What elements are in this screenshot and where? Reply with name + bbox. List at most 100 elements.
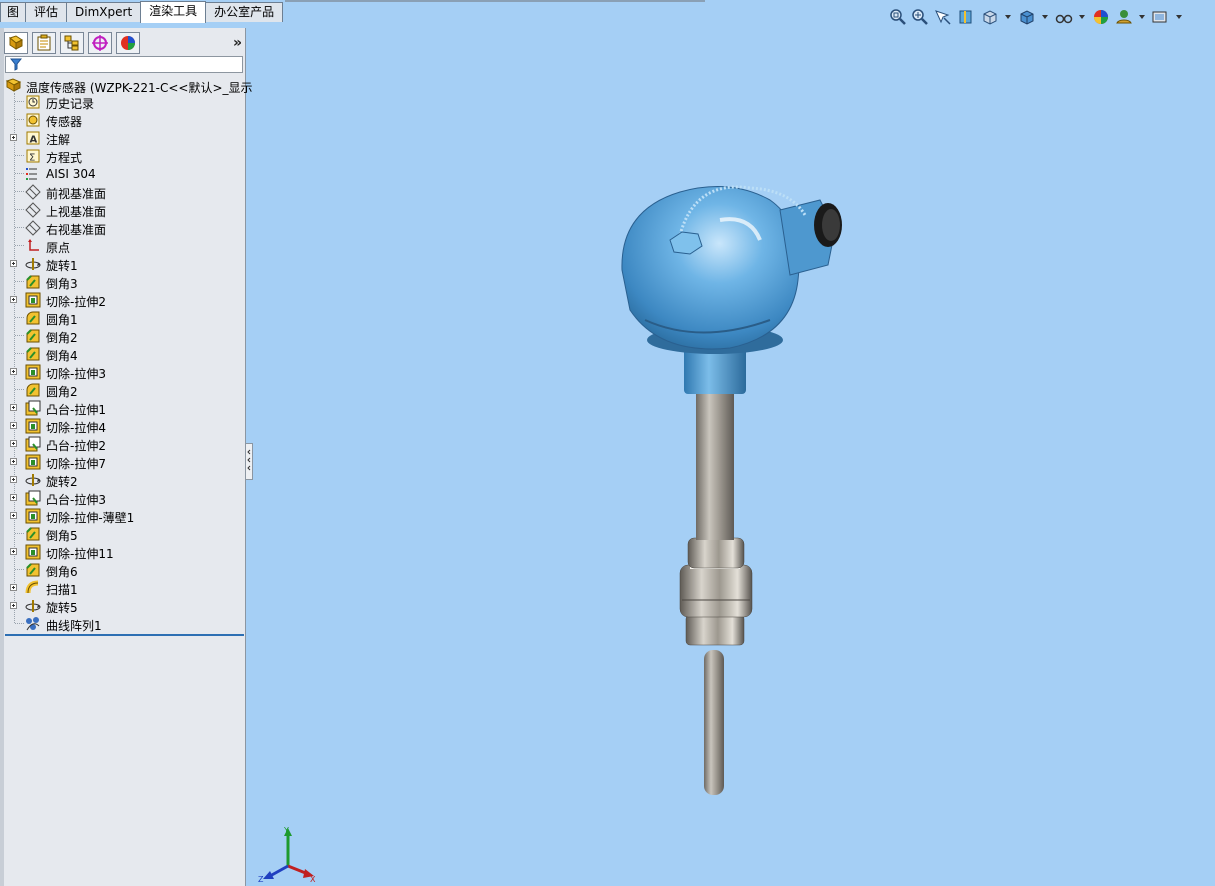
expand-toggle[interactable]	[10, 296, 17, 303]
tree-item[interactable]: 曲线阵列1	[0, 615, 245, 633]
tab-render-tools[interactable]: 渲染工具	[140, 1, 207, 23]
tree-item[interactable]: 圆角2	[0, 381, 245, 399]
tree-item[interactable]: Σ 方程式	[0, 147, 245, 165]
expand-toggle[interactable]	[10, 584, 17, 591]
tree-item[interactable]: 右视基准面	[0, 219, 245, 237]
tree-item[interactable]: 切除-拉伸11	[0, 543, 245, 561]
tree-item[interactable]: 倒角5	[0, 525, 245, 543]
tree-item[interactable]: 旋转1	[0, 255, 245, 273]
expand-toggle[interactable]	[10, 260, 17, 267]
expand-toggle[interactable]	[10, 440, 17, 447]
expand-toggle[interactable]	[10, 422, 17, 429]
expand-toggle[interactable]	[10, 548, 17, 555]
tree-item[interactable]: 倒角2	[0, 327, 245, 345]
dimxpert-manager-icon[interactable]	[88, 32, 112, 54]
tree-item[interactable]: 旋转5	[0, 597, 245, 615]
expand-toggle[interactable]	[10, 512, 17, 519]
gland-nut	[687, 537, 745, 569]
tree-item-label: 曲线阵列1	[46, 619, 102, 633]
apply-scene-caret[interactable]	[1139, 15, 1145, 19]
property-manager-icon[interactable]	[32, 32, 56, 54]
tab-dimxpert[interactable]: DimXpert	[66, 2, 142, 22]
previous-view-icon[interactable]	[934, 8, 952, 26]
tree-item[interactable]: AISI 304	[0, 165, 245, 183]
tree-item-label: 倒角6	[46, 565, 78, 579]
expand-toggle[interactable]	[10, 476, 17, 483]
tree-item-label: 凸台-拉伸1	[46, 403, 106, 417]
tree-connector	[15, 389, 24, 390]
tree-item[interactable]: 倒角4	[0, 345, 245, 363]
tree-item-label: AISI 304	[46, 167, 96, 181]
tab-evaluate[interactable]: 评估	[25, 2, 68, 22]
tree-item[interactable]: 切除-拉伸2	[0, 291, 245, 309]
tree-item[interactable]: 切除-拉伸3	[0, 363, 245, 381]
tree-item-label: 原点	[46, 241, 71, 255]
plane-icon	[25, 202, 41, 218]
tree-item[interactable]: 前视基准面	[0, 183, 245, 201]
tree-item[interactable]: 传感器	[0, 111, 245, 129]
tree-item[interactable]: 倒角6	[0, 561, 245, 579]
edit-appearance-icon[interactable]	[1092, 8, 1110, 26]
hide-show-items-icon[interactable]	[1054, 8, 1073, 26]
tree-item[interactable]: 凸台-拉伸2	[0, 435, 245, 453]
feature-manager-icon[interactable]	[4, 32, 28, 54]
panel-expand-button[interactable]: »	[233, 35, 242, 51]
expand-toggle[interactable]	[10, 134, 17, 141]
annotation-icon: A	[25, 130, 41, 146]
tree-root[interactable]: 温度传感器 (WZPK-221-C<<默认>_显示	[0, 75, 253, 95]
tree-item[interactable]: 倒角3	[0, 273, 245, 291]
tree-filter-input[interactable]	[5, 56, 243, 73]
tree-item[interactable]: 原点	[0, 237, 245, 255]
triad-y-label: Y	[283, 826, 289, 835]
tree-item[interactable]: 切除-拉伸-薄壁1	[0, 507, 245, 525]
chamfer-icon	[25, 526, 41, 542]
filter-icon[interactable]	[9, 58, 23, 74]
tab-office-products[interactable]: 办公室产品	[205, 2, 284, 22]
expand-toggle[interactable]	[10, 494, 17, 501]
tree-item[interactable]: 上视基准面	[0, 201, 245, 219]
cut-extrude-icon	[25, 292, 41, 308]
tree-connector	[15, 623, 24, 624]
display-style-caret[interactable]	[1042, 15, 1048, 19]
tab-sketch-partial[interactable]: 图	[0, 2, 27, 22]
apply-scene-icon[interactable]	[1115, 8, 1133, 26]
configuration-manager-icon[interactable]	[60, 32, 84, 54]
expand-toggle[interactable]	[10, 458, 17, 465]
tree-item-label: 切除-拉伸2	[46, 295, 106, 309]
tree-item-label: 右视基准面	[46, 223, 107, 237]
tree-item[interactable]: 切除-拉伸7	[0, 453, 245, 471]
cut-extrude-icon	[25, 544, 41, 560]
expand-toggle[interactable]	[10, 602, 17, 609]
rollback-bar[interactable]	[5, 634, 244, 636]
tree-item-label: 圆角1	[46, 313, 78, 327]
view-orientation-icon[interactable]	[981, 8, 999, 26]
zoom-to-area-icon[interactable]	[911, 8, 929, 26]
tab-row: 图 评估 DimXpert 渲染工具 办公室产品	[0, 1, 284, 23]
tree-item[interactable]: 切除-拉伸4	[0, 417, 245, 435]
expand-toggle[interactable]	[10, 368, 17, 375]
tree-item[interactable]: 扫描1	[0, 579, 245, 597]
view-settings-icon[interactable]	[1151, 8, 1169, 26]
temperature-sensor-model[interactable]	[600, 170, 860, 810]
tree-item[interactable]: 凸台-拉伸3	[0, 489, 245, 507]
view-settings-caret[interactable]	[1176, 15, 1182, 19]
display-manager-icon[interactable]	[116, 32, 140, 54]
hide-show-caret[interactable]	[1079, 15, 1085, 19]
tree-item[interactable]: 凸台-拉伸1	[0, 399, 245, 417]
tree-item[interactable]: 历史记录	[0, 93, 245, 111]
tree-item-label: 切除-拉伸4	[46, 421, 106, 435]
tree-item-label: 圆角2	[46, 385, 78, 399]
section-view-icon[interactable]	[957, 8, 975, 26]
curve-pattern-icon	[25, 616, 41, 632]
boss-extrude-icon	[25, 400, 41, 416]
triad-x-label: X	[310, 875, 316, 882]
display-style-icon[interactable]	[1018, 8, 1036, 26]
tree-item[interactable]: 圆角1	[0, 309, 245, 327]
plane-icon	[25, 220, 41, 236]
view-orientation-caret[interactable]	[1005, 15, 1011, 19]
zoom-to-fit-icon[interactable]	[889, 8, 907, 26]
tree-item[interactable]: 旋转2	[0, 471, 245, 489]
tree-item[interactable]: A 注解	[0, 129, 245, 147]
expand-toggle[interactable]	[10, 404, 17, 411]
panel-collapse-handle[interactable]	[245, 443, 253, 480]
